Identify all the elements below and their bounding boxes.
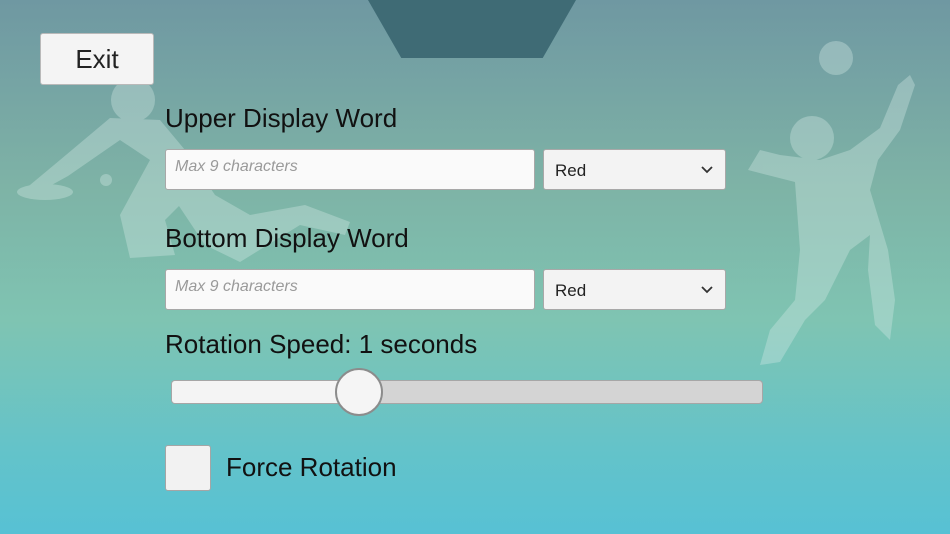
bottom-word-color-value: Red: [555, 281, 587, 300]
chevron-down-icon: [701, 286, 713, 294]
rotation-speed-slider[interactable]: [171, 380, 763, 404]
chevron-down-icon: [701, 166, 713, 174]
top-tab-decoration: [368, 0, 576, 58]
upper-word-color-dropdown[interactable]: Red: [543, 149, 726, 190]
upper-word-placeholder: Max 9 characters: [175, 158, 298, 175]
upper-display-word-label: Upper Display Word: [165, 103, 398, 133]
exit-button[interactable]: Exit: [40, 33, 154, 85]
force-rotation-label: Force Rotation: [226, 452, 397, 482]
slider-handle[interactable]: [335, 368, 383, 416]
bottom-display-word-label: Bottom Display Word: [165, 223, 409, 253]
bottom-word-color-dropdown[interactable]: Red: [543, 269, 726, 310]
upper-word-color-value: Red: [555, 161, 587, 180]
slider-fill: [172, 381, 359, 403]
rotation-speed-label: Rotation Speed: 1 seconds: [165, 329, 478, 359]
upper-word-input[interactable]: Max 9 characters: [165, 149, 535, 190]
bottom-word-input[interactable]: Max 9 characters: [165, 269, 535, 310]
bottom-word-placeholder: Max 9 characters: [175, 278, 298, 295]
force-rotation-checkbox[interactable]: [165, 445, 211, 491]
